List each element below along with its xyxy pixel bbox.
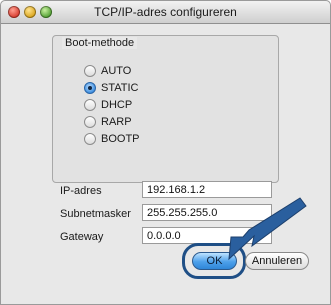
gateway-label: Gateway (60, 231, 104, 243)
boot-method-legend: Boot-methode (62, 37, 138, 49)
radio-label-auto: AUTO (101, 65, 132, 77)
radio-auto[interactable]: AUTO (84, 64, 131, 78)
radio-bootp[interactable]: BOOTP (84, 132, 140, 146)
ip-address-field[interactable] (142, 181, 272, 198)
cancel-button[interactable]: Annuleren (245, 252, 309, 270)
ok-button[interactable]: OK (192, 252, 237, 270)
gateway-field[interactable] (142, 227, 272, 244)
window-title: TCP/IP-adres configureren (94, 5, 237, 19)
radio-label-static: STATIC (101, 82, 139, 94)
radio-rarp[interactable]: RARP (84, 115, 132, 129)
ip-address-label: IP-adres (60, 185, 102, 197)
radio-button-icon[interactable] (84, 99, 96, 111)
subnet-mask-field[interactable] (142, 204, 272, 221)
radio-label-dhcp: DHCP (101, 99, 133, 111)
radio-button-selected-icon[interactable] (84, 82, 96, 94)
radio-static[interactable]: STATIC (84, 81, 138, 95)
radio-button-icon[interactable] (84, 65, 96, 77)
radio-label-rarp: RARP (101, 116, 132, 128)
radio-button-icon[interactable] (84, 116, 96, 128)
radio-button-icon[interactable] (84, 133, 96, 145)
title-bar: TCP/IP-adres configureren (1, 1, 330, 24)
subnet-mask-label: Subnetmasker (60, 208, 131, 220)
radio-label-bootp: BOOTP (101, 133, 140, 145)
radio-dhcp[interactable]: DHCP (84, 98, 132, 112)
